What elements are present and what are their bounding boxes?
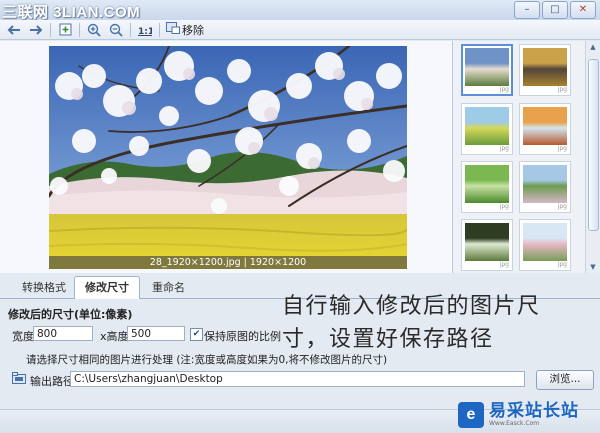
- output-path-input[interactable]: C:\Users\zhangjuan\Desktop: [70, 371, 525, 387]
- thumbnail-image: [465, 223, 509, 261]
- thumbnail[interactable]: jpg: [461, 161, 513, 213]
- zoom-out-icon[interactable]: [108, 22, 124, 38]
- thumbnail-format: jpg: [499, 145, 509, 152]
- scroll-down-icon[interactable]: ▼: [586, 261, 600, 273]
- preview-area: 28_1920×1200.jpg | 1920×1200: [0, 41, 453, 273]
- minimize-button[interactable]: –: [514, 1, 540, 19]
- keep-ratio-checkbox[interactable]: ✔: [190, 328, 203, 341]
- thumbnail-format: jpg: [499, 203, 509, 210]
- scroll-up-icon[interactable]: ▲: [586, 41, 600, 53]
- thumbnail-image: [465, 165, 509, 203]
- thumbnail-image: [523, 165, 567, 203]
- width-label: 宽度: [12, 330, 34, 343]
- remove-label: 移除: [182, 23, 204, 37]
- tab-rename[interactable]: 重命名: [142, 278, 195, 298]
- thumbnail-strip: jpg jpg jpg jpg jpg jpg jpg jpg: [453, 41, 585, 273]
- thumbnail[interactable]: jpg: [461, 44, 513, 96]
- browse-button[interactable]: 浏览...: [536, 370, 594, 390]
- toolbar-divider: [50, 22, 51, 37]
- width-input[interactable]: 800: [33, 326, 93, 341]
- toolbar: 1:1 移除: [0, 20, 600, 40]
- thumbnail-format: jpg: [499, 261, 509, 268]
- forward-arrow-icon[interactable]: [28, 22, 44, 38]
- thumbnail[interactable]: jpg: [519, 103, 571, 155]
- thumbnail-image: [465, 107, 509, 145]
- window-controls: – □ ✕: [514, 1, 596, 19]
- tab-resize[interactable]: 修改尺寸: [74, 276, 140, 299]
- site-logo: e 易采站长站 Www.Easck.Com: [458, 398, 594, 432]
- back-arrow-icon[interactable]: [6, 22, 22, 38]
- scrollbar-thumb[interactable]: [588, 59, 599, 231]
- thumbnail[interactable]: jpg: [519, 161, 571, 213]
- toolbar-divider: [159, 22, 160, 37]
- thumbnail[interactable]: jpg: [519, 219, 571, 271]
- height-label: x高度: [100, 330, 129, 343]
- actual-size-icon[interactable]: 1:1: [137, 22, 153, 38]
- thumbnail[interactable]: jpg: [519, 44, 571, 96]
- thumbnail-format: jpg: [557, 86, 567, 93]
- title-bar: 三联网 3LIAN.COM – □ ✕: [0, 0, 600, 21]
- output-path-label: 输出路径: [30, 375, 74, 388]
- image-caption: 28_1920×1200.jpg | 1920×1200: [49, 256, 407, 269]
- thumbnail-image: [523, 223, 567, 261]
- toolbar-divider: [130, 22, 131, 37]
- tutorial-annotation: 自行输入修改后的图片尺寸，设置好保存路径: [282, 294, 541, 352]
- thumbnail[interactable]: jpg: [461, 219, 513, 271]
- toolbar-divider: [79, 22, 80, 37]
- height-input[interactable]: 500: [127, 326, 185, 341]
- tab-convert-format[interactable]: 转换格式: [12, 278, 76, 298]
- remove-button[interactable]: 移除: [166, 22, 204, 38]
- thumbnail-format: jpg: [557, 203, 567, 210]
- thumbnail[interactable]: jpg: [461, 103, 513, 155]
- keep-ratio-label: 保持原图的比例: [204, 330, 281, 343]
- site-watermark: 三联网 3LIAN.COM: [2, 4, 141, 21]
- thumbnail-image: [523, 107, 567, 145]
- maximize-button[interactable]: □: [542, 1, 568, 19]
- logo-icon: e: [458, 402, 484, 428]
- svg-text:1:1: 1:1: [138, 27, 152, 36]
- preview-image[interactable]: 28_1920×1200.jpg | 1920×1200: [49, 46, 407, 269]
- logo-name: 易采站长站: [489, 401, 579, 421]
- zoom-in-icon[interactable]: [86, 22, 102, 38]
- thumbnail-image: [523, 48, 567, 86]
- add-image-icon[interactable]: [57, 22, 73, 38]
- thumbnail-scrollbar[interactable]: ▲ ▼: [585, 41, 600, 273]
- thumbnail-format: jpg: [557, 261, 567, 268]
- thumbnail-format: jpg: [557, 145, 567, 152]
- thumbnail-image: [465, 48, 509, 86]
- logo-tagline: Www.Easck.Com: [489, 420, 540, 427]
- logo-text: 易采站长站 Www.Easck.Com: [489, 402, 579, 428]
- remove-icon: [166, 22, 180, 37]
- close-button[interactable]: ✕: [570, 1, 596, 19]
- thumbnail-format: jpg: [499, 86, 509, 93]
- folder-icon: [12, 372, 26, 387]
- section-title: 修改后的尺寸(单位:像素): [8, 308, 133, 321]
